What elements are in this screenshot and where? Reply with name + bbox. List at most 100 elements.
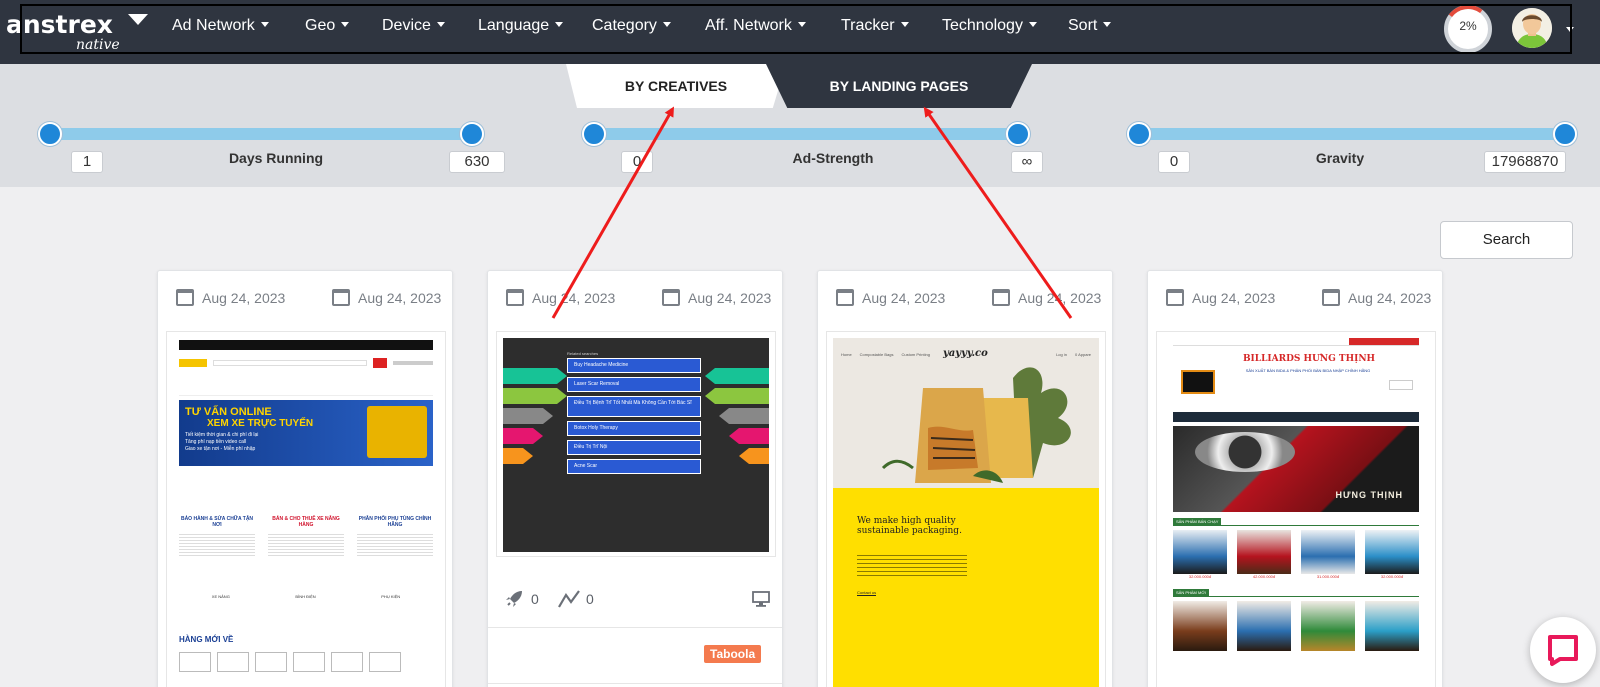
slider-track [38, 128, 484, 140]
ad-card[interactable]: Aug 24, 2023 Aug 24, 2023 Home Compostab… [817, 270, 1113, 687]
preview-search [213, 360, 367, 366]
preview-headline: We make high quality sustainable packagi… [857, 516, 962, 536]
menu-aff-network[interactable]: Aff. Network [705, 17, 806, 35]
preview-section-title: SẢN PHẨM BÁN CHẠY [1173, 518, 1222, 525]
preview-title: BILLIARDS HƯNG THỊNH [1242, 354, 1376, 364]
desktop-icon [752, 591, 770, 607]
menu-ad-network[interactable]: Ad Network [172, 17, 269, 35]
landing-preview[interactable]: BILLIARDS HƯNG THỊNH SẢN XUẤT BÀN BIDA &… [1156, 331, 1436, 687]
menu-label: Sort [1068, 17, 1098, 34]
strength-min-input[interactable]: 0 [621, 151, 653, 173]
preview-logo [1181, 370, 1215, 394]
preview-product [369, 652, 401, 672]
logo-caret-icon[interactable] [128, 14, 148, 25]
calendar-icon [506, 289, 524, 306]
card-dates: Aug 24, 2023 Aug 24, 2023 [488, 289, 782, 309]
ad-card[interactable]: Aug 24, 2023 Aug 24, 2023 TƯ VẤN ONLINE … [157, 270, 453, 687]
preview-related-item: Acne Scar [567, 459, 701, 474]
progress-label: 2% [1459, 19, 1477, 33]
first-seen: Aug 24, 2023 [1166, 289, 1275, 306]
preview-link: PHỤ KIỆN [381, 594, 401, 599]
menu-label: Category [592, 17, 657, 34]
last-seen: Aug 24, 2023 [332, 289, 441, 306]
menu-language[interactable]: Language [478, 17, 564, 35]
preview-section-bar: SẢN PHẨM BÁN CHẠY [1173, 518, 1419, 526]
calendar-icon [992, 289, 1010, 306]
preview-nav-link: Home [841, 352, 852, 357]
preview-product: 32.000.000đ [1173, 530, 1227, 579]
preview-hero-image: Home Compostable Bags Custom Printing ya… [833, 338, 1099, 488]
menu-tracker[interactable]: Tracker [841, 17, 909, 35]
chat-bubble-icon [1548, 635, 1578, 666]
tab-by-landing-pages[interactable]: BY LANDING PAGES [766, 64, 1032, 108]
preview-subtitle: SẢN XUẤT BÀN BIDA & PHÂN PHỐI BÀN BIDA N… [1245, 368, 1371, 373]
search-button[interactable]: Search [1440, 221, 1573, 259]
slider-min-handle[interactable] [582, 122, 606, 146]
slider-max-handle[interactable] [1553, 122, 1577, 146]
tab-by-creatives[interactable]: BY CREATIVES [566, 64, 786, 108]
strength-max-input[interactable]: ∞ [1011, 151, 1043, 173]
trend-count: 0 [586, 591, 594, 607]
menu-sort[interactable]: Sort [1068, 17, 1112, 35]
preview-paragraph [357, 532, 433, 558]
preview-links: XE NÂNG BÌNH ĐIỆN PHỤ KIỆN [179, 594, 433, 599]
ad-card[interactable]: Aug 24, 2023 Aug 24, 2023 BILLIARDS HƯNG… [1147, 270, 1443, 687]
product-image [1301, 601, 1355, 651]
menu-category[interactable]: Category [592, 17, 671, 35]
product-image [1365, 601, 1419, 651]
card-dates: Aug 24, 2023 Aug 24, 2023 [158, 289, 452, 309]
preview-column-title: PHÂN PHỐI PHỤ TÙNG CHÍNH HÃNG [358, 516, 432, 528]
first-seen-date: Aug 24, 2023 [202, 289, 286, 306]
slider-min-handle[interactable] [38, 122, 62, 146]
card-dates: Aug 24, 2023 Aug 24, 2023 [818, 289, 1112, 309]
gravity-max-input[interactable]: 17968870 [1484, 151, 1566, 173]
first-seen: Aug 24, 2023 [506, 289, 615, 306]
landing-preview[interactable]: Related searches Buy Headache Medicine L… [496, 331, 776, 557]
rocket-icon [506, 591, 522, 607]
preview-header: BILLIARDS HƯNG THỊNH SẢN XUẤT BÀN BIDA &… [1173, 350, 1419, 412]
account-caret-icon[interactable] [1566, 27, 1574, 32]
landing-preview[interactable]: Home Compostable Bags Custom Printing ya… [826, 331, 1106, 687]
caret-down-icon [436, 22, 445, 27]
days-max-input[interactable]: 630 [449, 151, 505, 173]
slider-max-handle[interactable] [1006, 122, 1030, 146]
launches-count: 0 [531, 591, 539, 607]
slider-max-handle[interactable] [460, 122, 484, 146]
usage-progress[interactable]: 2% [1440, 1, 1496, 57]
product-image [1173, 530, 1227, 574]
first-seen: Aug 24, 2023 [836, 289, 945, 306]
caret-down-icon [900, 22, 909, 27]
first-seen-date: Aug 24, 2023 [532, 289, 616, 306]
avatar[interactable] [1512, 8, 1552, 48]
preview-dark-page: Related searches Buy Headache Medicine L… [503, 338, 769, 552]
preview-product [293, 652, 325, 672]
landing-preview[interactable]: TƯ VẤN ONLINE XEM XE TRỰC TUYẾN Tiết kiệ… [166, 331, 446, 687]
gravity-min-input[interactable]: 0 [1158, 151, 1190, 173]
ad-card[interactable]: Aug 24, 2023 Aug 24, 2023 Related search… [487, 270, 783, 687]
calendar-icon [332, 289, 350, 306]
menu-label: Language [478, 17, 550, 34]
preview-link: XE NÂNG [211, 594, 230, 599]
preview-account: Log in 0 Appare [1056, 352, 1091, 357]
slider-min-handle[interactable] [1127, 122, 1151, 146]
menu-geo[interactable]: Geo [305, 17, 350, 35]
preview-product [217, 652, 249, 672]
caret-down-icon [1103, 22, 1112, 27]
last-seen-date: Aug 24, 2023 [688, 289, 772, 306]
logo[interactable]: anstrex native [6, 10, 148, 53]
preview-nav-link: Log in [1056, 352, 1067, 357]
product-price: 32.000.000đ [1380, 574, 1404, 579]
slider-track [582, 128, 1030, 140]
logo-subtitle: native [76, 37, 120, 53]
first-seen: Aug 24, 2023 [176, 289, 285, 306]
days-min-input[interactable]: 1 [71, 151, 103, 173]
preview-nav: Home Compostable Bags Custom Printing [841, 352, 930, 357]
menu-device[interactable]: Device [382, 17, 445, 35]
preview-nav-link: Custom Printing [901, 352, 930, 357]
menu-technology[interactable]: Technology [942, 17, 1037, 35]
network-tag[interactable]: Taboola [704, 645, 762, 663]
preview-product [179, 652, 211, 672]
chat-launcher[interactable] [1530, 617, 1596, 683]
product-image [1301, 530, 1355, 574]
preview-product-row [1173, 601, 1419, 651]
